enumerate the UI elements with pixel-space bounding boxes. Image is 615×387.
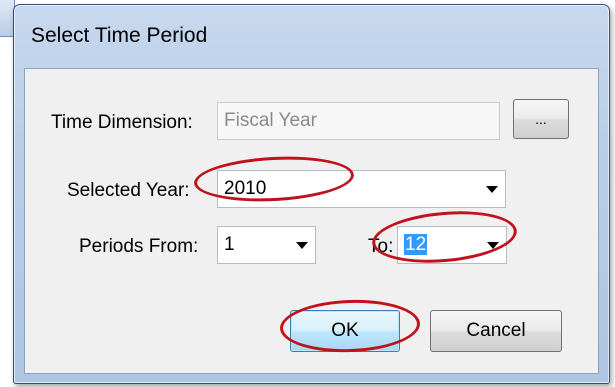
periods-to-combo[interactable]: 12 <box>397 226 507 264</box>
periods-to-label: To: <box>368 236 394 257</box>
time-dimension-field: Fiscal Year <box>217 102 500 140</box>
selected-year-combo[interactable]: 2010 <box>217 170 506 208</box>
select-time-period-dialog: Select Time Period Time Dimension: Fisca… <box>13 4 610 384</box>
cancel-button[interactable]: Cancel <box>430 310 562 352</box>
selected-year-label: Selected Year: <box>67 180 190 201</box>
periods-from-combo[interactable]: 1 <box>217 226 316 264</box>
chevron-down-icon[interactable] <box>287 227 315 263</box>
periods-from-value: 1 <box>224 234 235 255</box>
dialog-title: Select Time Period <box>31 24 208 47</box>
dialog-client-area: Time Dimension: Fiscal Year ... Selected… <box>24 68 599 374</box>
selected-year-value: 2010 <box>224 178 267 199</box>
time-dimension-label: Time Dimension: <box>51 112 193 133</box>
periods-to-value: 12 <box>404 234 428 255</box>
browse-time-dimension-button[interactable]: ... <box>513 99 569 139</box>
ok-button[interactable]: OK <box>290 310 400 352</box>
periods-from-label: Periods From: <box>79 236 199 257</box>
chevron-down-icon[interactable] <box>478 227 506 263</box>
chevron-down-icon[interactable] <box>477 171 505 207</box>
